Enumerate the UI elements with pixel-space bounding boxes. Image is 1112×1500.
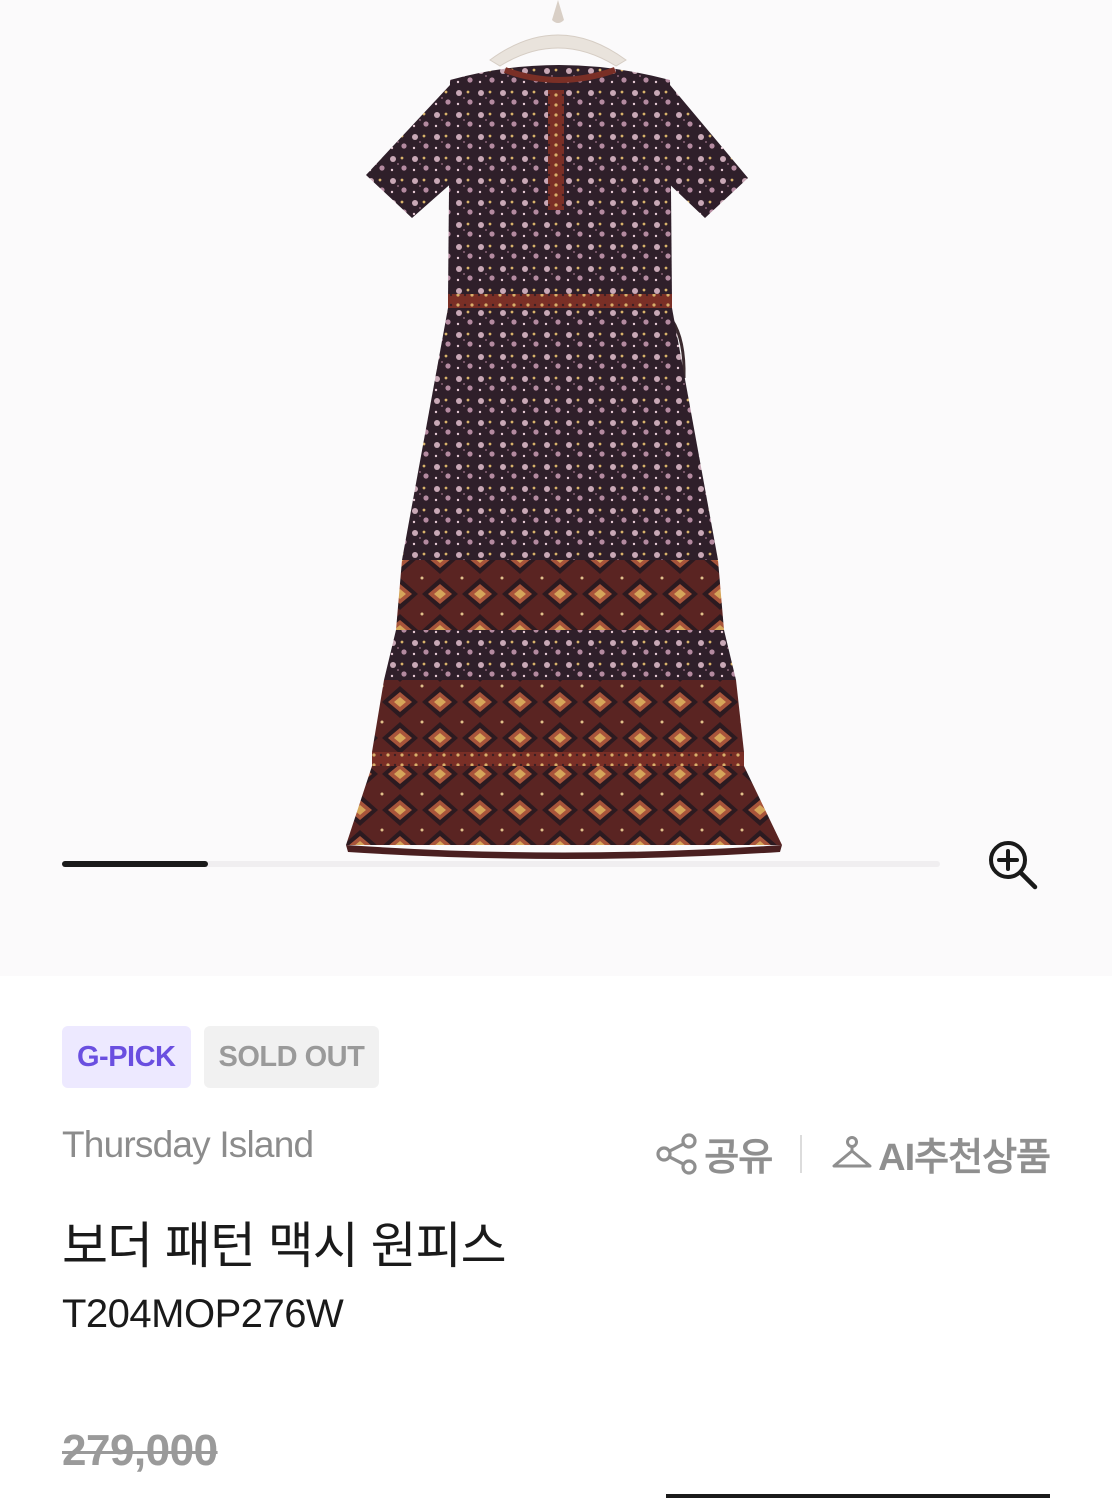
gallery-progress-bar: [62, 861, 940, 867]
zoom-button[interactable]: [982, 834, 1044, 896]
action-divider: [800, 1134, 803, 1173]
product-image[interactable]: [300, 0, 820, 870]
gallery-progress-fill: [62, 861, 208, 867]
hanger-icon: [832, 1135, 872, 1167]
product-image-gallery[interactable]: [0, 0, 1112, 976]
product-detail-page: G-PICK SOLD OUT Thursday Island 공유 AI추천상…: [0, 0, 1112, 1500]
ai-recommend-label: AI추천상품: [878, 1137, 1051, 1179]
product-code: T204MOP276W: [62, 1292, 344, 1336]
share-button[interactable]: 공유: [654, 1126, 773, 1181]
soldout-badge: SOLD OUT: [203, 1026, 380, 1088]
product-actions: 공유 AI추천상품: [654, 1126, 1051, 1181]
original-price: 279,000: [62, 1426, 218, 1475]
gpick-badge: G-PICK: [62, 1026, 191, 1088]
ai-recommend-button[interactable]: AI추천상품: [830, 1126, 1051, 1181]
brand-name[interactable]: Thursday Island: [62, 1124, 314, 1166]
share-icon: [656, 1132, 697, 1175]
product-title: 보더 패턴 맥시 원피스: [62, 1218, 507, 1274]
product-badges: G-PICK SOLD OUT: [62, 1026, 380, 1088]
section-divider: [666, 1494, 1050, 1498]
zoom-in-icon: [989, 841, 1038, 890]
share-label: 공유: [704, 1137, 773, 1179]
